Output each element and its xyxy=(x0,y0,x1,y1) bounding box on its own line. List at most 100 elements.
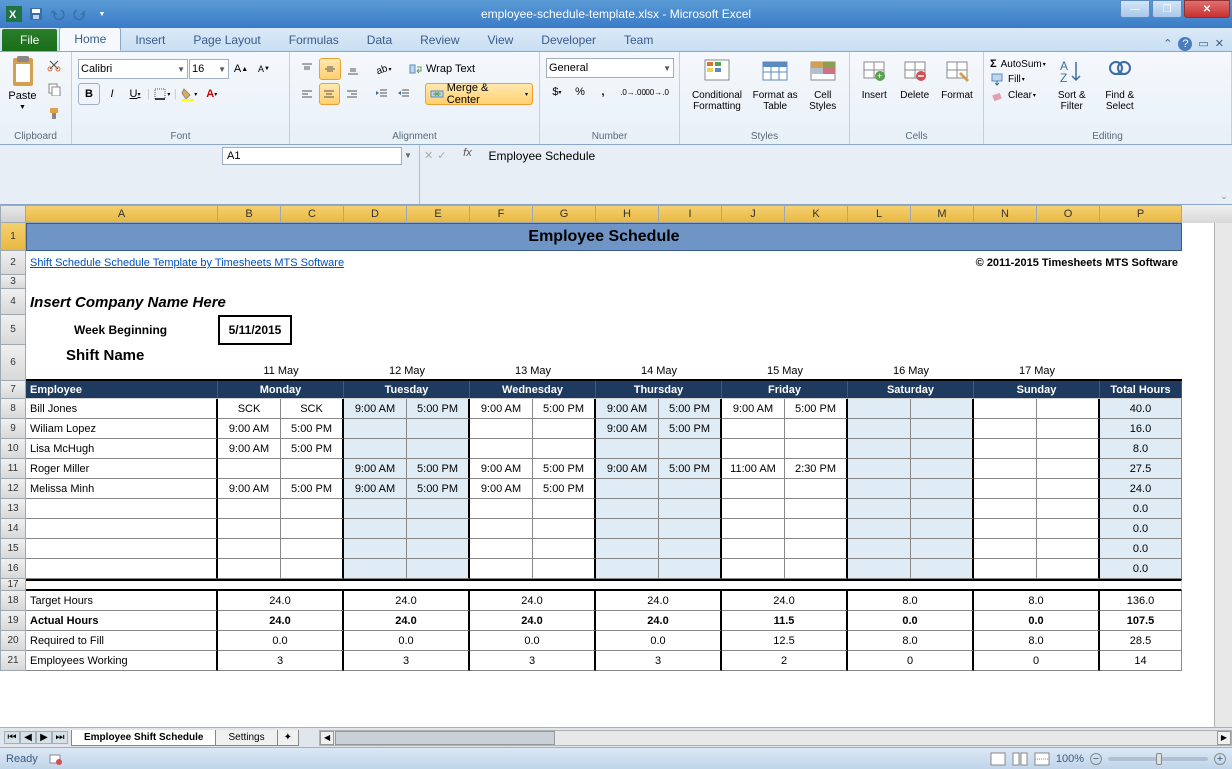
cell-summary-total[interactable]: 107.5 xyxy=(1100,611,1182,631)
wrap-text-button[interactable]: Wrap Text xyxy=(404,58,480,80)
cell-shift-start[interactable] xyxy=(218,459,281,479)
cell-shift-end[interactable] xyxy=(281,459,344,479)
cell-shift-start[interactable]: 9:00 AM xyxy=(596,459,659,479)
cell-shift-end[interactable]: 5:00 PM xyxy=(533,399,596,419)
cell-header-day[interactable]: Thursday xyxy=(596,381,722,399)
view-page-break-icon[interactable] xyxy=(1034,752,1050,766)
cell-date[interactable]: 12 May xyxy=(344,345,470,381)
cell-shift-end[interactable] xyxy=(785,419,848,439)
col-header-B[interactable]: B xyxy=(218,205,281,223)
cell[interactable] xyxy=(1100,345,1182,381)
macro-record-icon[interactable] xyxy=(48,752,62,766)
maximize-button[interactable]: ❐ xyxy=(1152,0,1182,18)
col-header-E[interactable]: E xyxy=(407,205,470,223)
increase-decimal-icon[interactable]: .0→.00 xyxy=(622,81,644,103)
cell-employee-total[interactable]: 0.0 xyxy=(1100,499,1182,519)
cell-shift-start[interactable] xyxy=(470,499,533,519)
cell-shift-end[interactable] xyxy=(911,399,974,419)
cell-shift-end[interactable] xyxy=(785,539,848,559)
col-header-M[interactable]: M xyxy=(911,205,974,223)
zoom-slider[interactable] xyxy=(1108,757,1208,761)
paste-button[interactable]: Paste ▼ xyxy=(6,54,39,111)
row-header-3[interactable]: 3 xyxy=(0,275,26,289)
cell-employee-total[interactable]: 16.0 xyxy=(1100,419,1182,439)
undo-icon[interactable] xyxy=(48,4,68,24)
cell-employee-name[interactable] xyxy=(26,539,218,559)
tab-nav-next-icon[interactable]: ▶ xyxy=(36,731,52,744)
tab-nav-first-icon[interactable]: ⏮ xyxy=(4,731,20,744)
col-header-H[interactable]: H xyxy=(596,205,659,223)
cell-summary-total[interactable]: 14 xyxy=(1100,651,1182,671)
cell-header-day[interactable]: Tuesday xyxy=(344,381,470,399)
border-button[interactable]: ▾ xyxy=(151,83,173,105)
row-header-10[interactable]: 10 xyxy=(0,439,26,459)
col-header-O[interactable]: O xyxy=(1037,205,1100,223)
cell-shift-end[interactable] xyxy=(533,539,596,559)
cell-shift-end[interactable] xyxy=(911,479,974,499)
cell-shift-end[interactable] xyxy=(1037,539,1100,559)
cell-shift-end[interactable] xyxy=(281,519,344,539)
cell-shift-end[interactable] xyxy=(533,559,596,579)
cell-date[interactable]: 14 May xyxy=(596,345,722,381)
row-header-13[interactable]: 13 xyxy=(0,499,26,519)
cell-shift-end[interactable] xyxy=(659,519,722,539)
cell-shift-start[interactable] xyxy=(974,399,1037,419)
cell-shift-end[interactable] xyxy=(407,539,470,559)
cell-shift-start[interactable]: 9:00 AM xyxy=(218,479,281,499)
cell-shift-start[interactable]: 9:00 AM xyxy=(470,399,533,419)
cell-employee-total[interactable]: 40.0 xyxy=(1100,399,1182,419)
cell-shift-end[interactable] xyxy=(785,559,848,579)
italic-button[interactable]: I xyxy=(101,83,123,105)
row-header-20[interactable]: 20 xyxy=(0,631,26,651)
cell-header-day[interactable]: Wednesday xyxy=(470,381,596,399)
cell-shift-end[interactable] xyxy=(1037,399,1100,419)
decrease-font-icon[interactable]: A▼ xyxy=(253,58,275,80)
increase-font-icon[interactable]: A▲ xyxy=(230,58,252,80)
col-header-J[interactable]: J xyxy=(722,205,785,223)
cell[interactable] xyxy=(26,275,1182,289)
cell-shift-end[interactable]: 5:00 PM xyxy=(407,399,470,419)
find-select-button[interactable]: Find & Select xyxy=(1098,54,1142,112)
cell-shift-end[interactable] xyxy=(533,499,596,519)
copy-icon[interactable] xyxy=(43,78,65,100)
window-restore-icon[interactable]: ▭ xyxy=(1198,37,1208,51)
format-painter-icon[interactable] xyxy=(43,102,65,124)
cell-shift-end[interactable] xyxy=(911,499,974,519)
cell-shift-start[interactable] xyxy=(596,559,659,579)
align-center-icon[interactable] xyxy=(319,83,341,105)
align-left-icon[interactable] xyxy=(296,83,318,105)
cell-shift-end[interactable]: 5:00 PM xyxy=(659,399,722,419)
cell-shift-end[interactable] xyxy=(281,499,344,519)
col-header-C[interactable]: C xyxy=(281,205,344,223)
cell-shift-start[interactable] xyxy=(848,519,911,539)
cell-employee-total[interactable]: 0.0 xyxy=(1100,539,1182,559)
insert-cells-button[interactable]: + Insert xyxy=(856,54,892,101)
sheet-tab-2[interactable]: Settings xyxy=(215,730,277,746)
cell-summary-label[interactable]: Required to Fill xyxy=(26,631,218,651)
cell-summary-label[interactable]: Target Hours xyxy=(26,591,218,611)
cell-summary-value[interactable]: 0.0 xyxy=(218,631,344,651)
zoom-out-button[interactable]: − xyxy=(1090,753,1102,765)
cell-employee-name[interactable] xyxy=(26,519,218,539)
cell-shift-end[interactable]: 5:00 PM xyxy=(407,479,470,499)
cell-shift-start[interactable] xyxy=(344,499,407,519)
cell-shift-end[interactable] xyxy=(785,439,848,459)
cell-summary-value[interactable]: 0.0 xyxy=(848,611,974,631)
tab-view[interactable]: View xyxy=(474,29,528,51)
cell-shift-end[interactable] xyxy=(407,499,470,519)
col-header-L[interactable]: L xyxy=(848,205,911,223)
cell-shift-end[interactable] xyxy=(281,539,344,559)
currency-icon[interactable]: $▾ xyxy=(546,81,568,103)
cell-employee-name[interactable]: Roger Miller xyxy=(26,459,218,479)
cell-summary-value[interactable]: 24.0 xyxy=(470,591,596,611)
cell-shift-end[interactable] xyxy=(785,499,848,519)
cell-header-day[interactable]: Friday xyxy=(722,381,848,399)
cell-shift-end[interactable] xyxy=(659,539,722,559)
row-header-2[interactable]: 2 xyxy=(0,251,26,275)
cell-shift-start[interactable] xyxy=(470,519,533,539)
cell[interactable] xyxy=(26,315,70,345)
cell-shift-start[interactable]: 9:00 AM xyxy=(344,459,407,479)
cell-shift-end[interactable] xyxy=(911,439,974,459)
cell-summary-value[interactable]: 11.5 xyxy=(722,611,848,631)
cell-shift-start[interactable]: 11:00 AM xyxy=(722,459,785,479)
